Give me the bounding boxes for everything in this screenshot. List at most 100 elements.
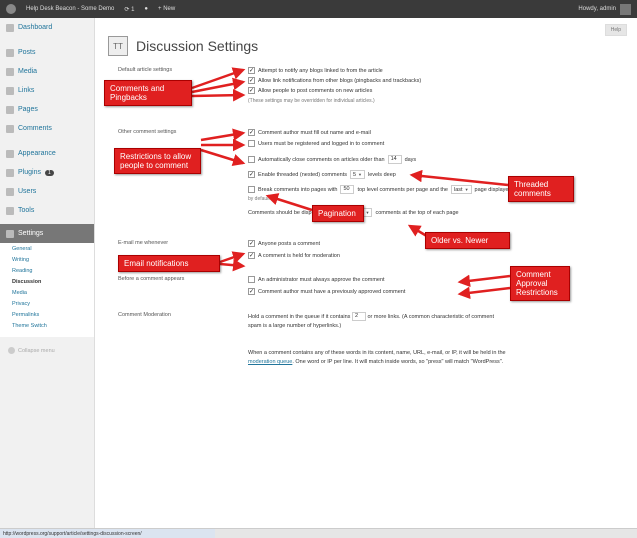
paginate-comments-option[interactable]: Break comments into pages with 50 top leve… [248,185,512,194]
option-label: Users must be registered and logged in t… [258,140,385,147]
plugin-update-badge: 1 [44,169,54,176]
comments-icon[interactable]: ● [144,6,148,12]
settings-icon [6,229,14,238]
pages-icon [6,105,14,114]
status-url: http://wordpress.org/support/article/set… [0,529,215,538]
sidebar-item-label: Comments [18,125,52,132]
moderation-line4-post: . One word or IP per line. It will match… [292,359,504,365]
submenu-privacy[interactable]: Privacy [12,301,94,312]
collapse-menu-button[interactable]: Collapse menu [8,347,94,354]
checkbox[interactable] [248,140,255,147]
option-label: Enable threaded (nested) comments [258,171,347,178]
require-name-email-option[interactable]: ✓ Comment author must fill out name and e… [248,129,371,136]
thread-depth-select[interactable]: 5 ▼ [349,170,365,179]
wordpress-logo-icon[interactable] [6,4,16,14]
appearance-icon [6,149,14,158]
submenu-theme-switch[interactable]: Theme Switch [12,323,94,334]
submenu-general[interactable]: General [12,246,94,257]
sidebar-item-links[interactable]: Links [0,81,94,100]
chevron-down-icon: ▼ [358,172,362,177]
plugins-icon [6,168,14,177]
page-header: TT Discussion Settings [108,36,258,56]
require-registration-option[interactable]: Users must be registered and logged in t… [248,140,384,147]
checkbox[interactable]: ✓ [248,67,255,74]
sidebar-item-tools[interactable]: Tools [0,201,94,220]
option-suffix: days [404,156,417,163]
sidebar-item-appearance[interactable]: Appearance [0,144,94,163]
avatar [620,3,631,15]
new-content-link[interactable]: + New [158,6,175,12]
submenu-writing[interactable]: Writing [12,257,94,268]
moderation-links-input[interactable]: 2 [351,312,366,321]
admin-bar: Help Desk Beacon - Some Demo ⟳ 1 ● + New… [0,0,637,18]
checkbox[interactable]: ✓ [248,77,255,84]
email-me-label: E-mail me whenever [118,240,169,246]
option-label: Allow link notifications from other blog… [258,77,422,84]
updates-count: 1 [131,6,135,13]
sidebar-item-label: Media [18,68,38,75]
previously-approved-option[interactable]: ✓ Comment author must have a previously a… [248,288,405,295]
account-menu[interactable]: Howdy, admin [578,3,631,15]
threaded-comments-option[interactable]: ✓ Enable threaded (nested) comments 5 ▼ leve… [248,170,396,179]
option-label: A comment is held for moderation [258,252,340,259]
submenu-permalinks[interactable]: Permalinks [12,312,94,323]
moderation-links-text: Hold a comment in the queue if it contai… [248,312,618,331]
sidebar-item-label: Appearance [18,150,56,157]
submenu-discussion[interactable]: Discussion [12,279,94,290]
checkbox[interactable]: ✓ [248,171,255,178]
option-suffix: levels deep [368,171,396,178]
admin-approve-option[interactable]: An administrator must always approve the… [248,276,385,283]
option-label: Break comments into pages with [258,186,338,193]
checkbox[interactable]: ✓ [248,288,255,295]
option-label: Automatically close comments on articles… [258,156,385,163]
moderation-queue-link[interactable]: moderation queue [248,359,292,365]
collapse-label: Collapse menu [18,347,55,354]
help-tab[interactable]: Help [604,24,627,36]
email-on-moderation-option[interactable]: ✓ A comment is held for moderation [248,252,340,259]
sidebar-item-users[interactable]: Users [0,182,94,201]
checkbox[interactable]: ✓ [248,87,255,94]
callout-older-newer: Older vs. Newer [425,232,510,249]
sidebar-item-media[interactable]: Media [0,62,94,81]
option-suffix: page displayed [474,186,512,193]
allow-comments-option[interactable]: ✓ Allow people to post comments on new ar… [248,87,372,94]
default-page-select[interactable]: last ▼ [451,185,472,194]
chevron-down-icon: ▼ [365,210,370,215]
sidebar-item-posts[interactable]: Posts [0,43,94,62]
sidebar-item-label: Pages [18,106,38,113]
howdy-label: Howdy, admin [578,6,616,12]
checkbox[interactable] [248,186,255,193]
checkbox[interactable]: ✓ [248,240,255,247]
notify-blogs-option[interactable]: ✓ Attempt to notify any blogs linked to f… [248,67,383,74]
callout-threaded: Threaded comments [508,176,574,202]
settings-page-icon: TT [108,36,128,56]
site-name-link[interactable]: Help Desk Beacon - Some Demo [26,6,114,12]
comments-icon [6,124,14,133]
submenu-media[interactable]: Media [12,290,94,301]
comments-per-page-input[interactable]: 50 [340,185,355,194]
allow-pingbacks-option[interactable]: ✓ Allow link notifications from other blo… [248,77,421,84]
sidebar-item-pages[interactable]: Pages [0,100,94,119]
sidebar-item-comments[interactable]: Comments [0,119,94,138]
sidebar-item-dashboard[interactable]: Dashboard [0,18,94,37]
checkbox[interactable]: ✓ [248,252,255,259]
checkbox[interactable] [248,156,255,163]
sidebar-item-settings[interactable]: Settings [0,224,94,243]
updates-link[interactable]: ⟳ 1 [124,6,134,13]
option-label: Allow people to post comments on new art… [258,87,373,94]
option-suffix: comments at the top of each page [375,209,459,216]
auto-close-option[interactable]: Automatically close comments on articles… [248,155,416,164]
select-value: 5 [352,171,357,178]
by-default-text: by default [248,196,270,202]
checkbox[interactable] [248,276,255,283]
email-on-comment-option[interactable]: ✓ Anyone posts a comment [248,240,320,247]
callout-pagination: Pagination [312,205,364,222]
moderation-line2: spam is a large number of hyperlinks.) [248,322,342,329]
close-days-input[interactable]: 14 [387,155,402,164]
submenu-reading[interactable]: Reading [12,268,94,279]
sidebar-item-label: Tools [18,207,35,214]
sidebar-item-label: Plugins [18,169,41,176]
checkbox[interactable]: ✓ [248,129,255,136]
sidebar-item-plugins[interactable]: Plugins 1 [0,163,94,182]
callout-restrictions: Restrictions to allow people to comment [114,148,201,174]
